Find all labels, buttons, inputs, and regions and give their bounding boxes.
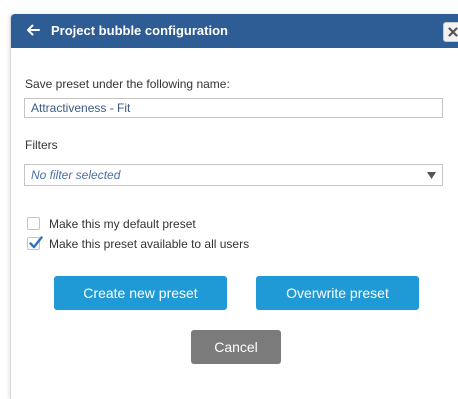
preset-name-input[interactable]: [24, 98, 443, 118]
close-button[interactable]: [443, 22, 458, 42]
close-icon: [448, 27, 458, 37]
preset-name-label: Save preset under the following name:: [25, 77, 230, 91]
default-preset-label: Make this my default preset: [49, 217, 196, 231]
back-arrow-icon[interactable]: [25, 22, 41, 38]
dialog-title: Project bubble configuration: [51, 23, 228, 38]
filters-select[interactable]: No filter selected: [24, 164, 443, 186]
preset-dialog: Project bubble configuration Save preset…: [10, 14, 458, 399]
checkmark-icon: [29, 236, 43, 249]
filters-label: Filters: [25, 138, 58, 152]
dialog-titlebar: Project bubble configuration: [11, 14, 458, 48]
dropdown-arrow-icon: [427, 172, 436, 179]
default-preset-checkbox[interactable]: [27, 217, 40, 230]
filters-selected-value: No filter selected: [31, 168, 121, 182]
overwrite-preset-button[interactable]: Overwrite preset: [256, 276, 419, 310]
cancel-button[interactable]: Cancel: [191, 330, 281, 364]
share-preset-label: Make this preset available to all users: [49, 237, 250, 251]
create-preset-button[interactable]: Create new preset: [54, 276, 227, 310]
share-preset-checkbox[interactable]: [27, 236, 43, 250]
